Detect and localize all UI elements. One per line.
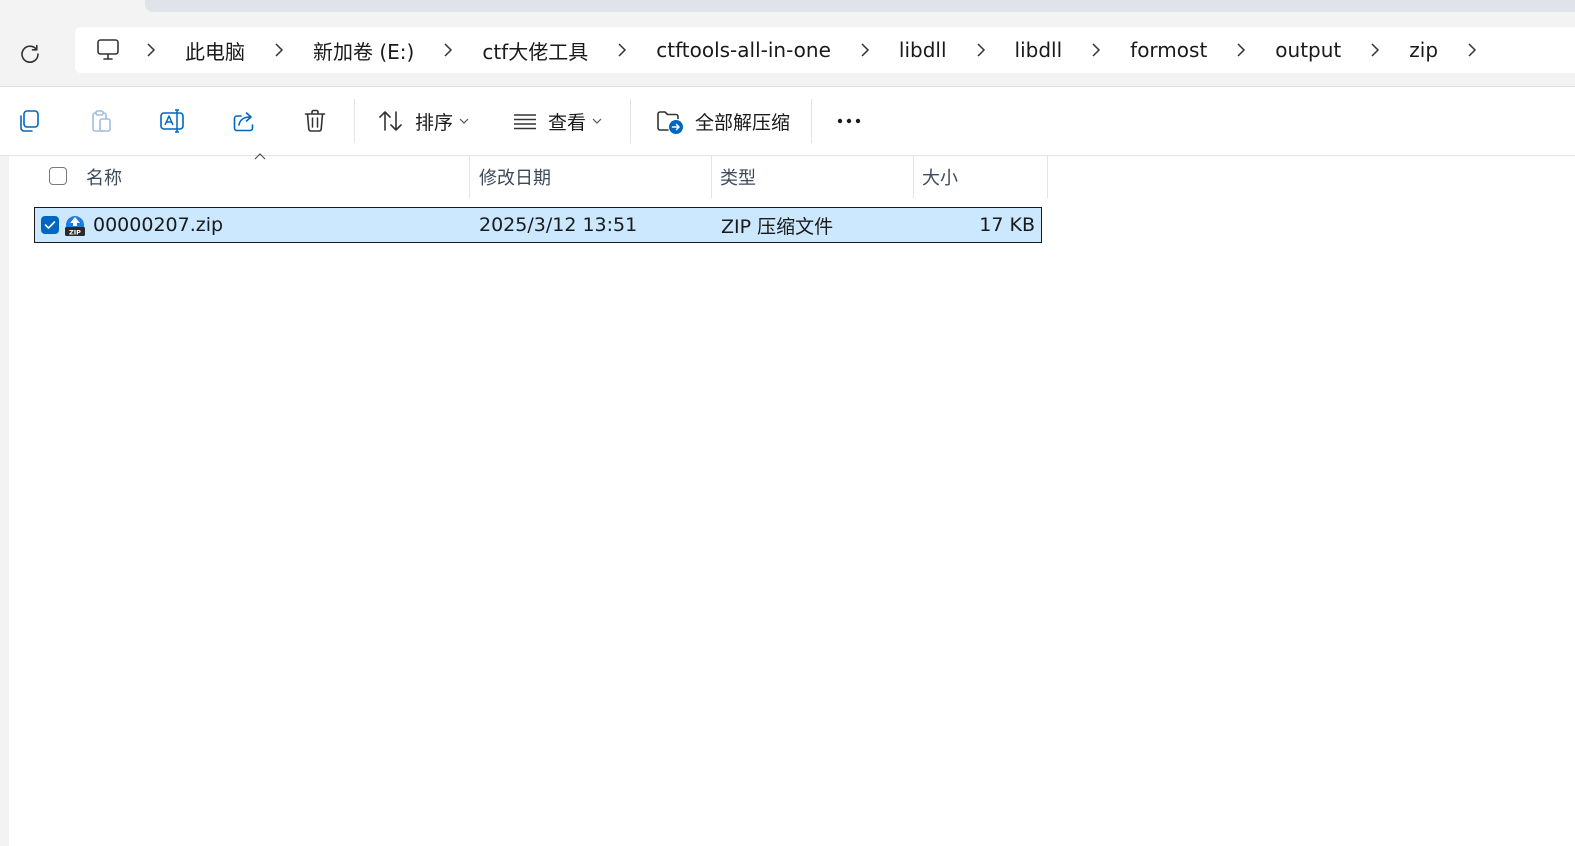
chevron-down-icon xyxy=(459,118,469,124)
column-divider[interactable] xyxy=(913,156,914,198)
window-tab[interactable] xyxy=(145,0,1575,12)
select-all-checkbox[interactable] xyxy=(49,167,67,185)
rename-icon xyxy=(160,109,184,133)
rename-button[interactable] xyxy=(155,104,189,138)
chevron-right-icon[interactable] xyxy=(853,38,877,62)
column-header-row: 名称 修改日期 类型 大小 xyxy=(34,153,1048,198)
command-bar: 排序 查看 全部解压缩 xyxy=(0,87,1575,156)
table-row[interactable]: ZIP 00000207.zip 2025/3/12 13:51 ZIP 压缩文… xyxy=(34,207,1042,243)
column-header-modified[interactable]: 修改日期 xyxy=(479,156,709,198)
more-icon xyxy=(837,118,861,124)
extract-folder-icon xyxy=(657,111,683,134)
address-bar-area: 此电脑 新加卷 (E:) ctf大佬工具 ctftools-all-in-one… xyxy=(0,14,1575,87)
toolbar-divider xyxy=(630,99,631,143)
chevron-right-icon[interactable] xyxy=(139,38,163,62)
copy-button[interactable] xyxy=(12,104,46,138)
toolbar-divider xyxy=(811,99,812,143)
chevron-down-icon xyxy=(592,118,602,124)
view-label: 查看 xyxy=(548,111,587,134)
breadcrumb-item-zip[interactable]: zip xyxy=(1401,38,1446,62)
chevron-right-icon[interactable] xyxy=(1084,38,1108,62)
breadcrumb-item-ctftools-all-in-one[interactable]: ctftools-all-in-one xyxy=(648,38,839,62)
breadcrumb-item-libdll-2[interactable]: libdll xyxy=(1007,38,1071,62)
navigation-pane-edge xyxy=(0,156,9,846)
breadcrumb-item-this-pc[interactable]: 此电脑 xyxy=(177,36,253,65)
this-pc-crumb[interactable] xyxy=(91,33,125,67)
column-header-type[interactable]: 类型 xyxy=(720,156,910,198)
column-divider[interactable] xyxy=(711,156,712,198)
extract-all-button[interactable]: 全部解压缩 xyxy=(655,104,790,138)
file-modified: 2025/3/12 13:51 xyxy=(479,214,638,236)
delete-button[interactable] xyxy=(298,104,332,138)
monitor-icon xyxy=(97,39,119,60)
file-type: ZIP 压缩文件 xyxy=(721,215,834,238)
breadcrumb[interactable]: 此电脑 新加卷 (E:) ctf大佬工具 ctftools-all-in-one… xyxy=(75,27,1575,73)
more-options-button[interactable] xyxy=(832,104,866,138)
column-header-size-label: 大小 xyxy=(922,168,958,189)
copy-icon xyxy=(20,110,39,132)
svg-text:ZIP: ZIP xyxy=(69,229,81,237)
zip-file-icon: ZIP xyxy=(65,216,85,237)
toolbar-divider xyxy=(354,99,355,143)
share-icon xyxy=(233,112,254,132)
sort-button[interactable]: 排序 xyxy=(377,104,469,138)
chevron-right-icon[interactable] xyxy=(1460,38,1484,62)
column-header-modified-label: 修改日期 xyxy=(479,168,551,189)
file-size: 17 KB xyxy=(979,214,1035,236)
title-strip xyxy=(0,0,1575,14)
breadcrumb-item-formost[interactable]: formost xyxy=(1122,38,1215,62)
column-divider[interactable] xyxy=(1047,156,1048,198)
breadcrumb-item-output[interactable]: output xyxy=(1267,38,1349,62)
refresh-icon xyxy=(21,44,39,63)
refresh-button[interactable] xyxy=(14,38,46,70)
chevron-right-icon[interactable] xyxy=(436,38,460,62)
clipboard-icon xyxy=(92,110,111,132)
checkmark-icon xyxy=(44,221,56,229)
row-checkbox[interactable] xyxy=(41,216,59,234)
breadcrumb-item-drive-e[interactable]: 新加卷 (E:) xyxy=(305,36,422,65)
chevron-right-icon[interactable] xyxy=(1229,38,1253,62)
chevron-right-icon[interactable] xyxy=(969,38,993,62)
column-header-name-label: 名称 xyxy=(86,168,122,189)
view-button[interactable]: 查看 xyxy=(512,104,602,138)
list-view-icon xyxy=(514,114,536,130)
extract-all-label: 全部解压缩 xyxy=(695,111,791,134)
column-divider[interactable] xyxy=(469,156,470,198)
share-button[interactable] xyxy=(227,104,261,138)
column-header-type-label: 类型 xyxy=(720,168,756,189)
file-list-pane: 名称 修改日期 类型 大小 ZIP 00000207.zip 2025/3/12… xyxy=(0,153,1575,846)
column-header-size[interactable]: 大小 xyxy=(922,156,1042,198)
breadcrumb-item-libdll[interactable]: libdll xyxy=(891,38,955,62)
file-name: 00000207.zip xyxy=(93,214,224,236)
sort-icon xyxy=(379,111,402,131)
paste-button[interactable] xyxy=(84,104,118,138)
chevron-right-icon[interactable] xyxy=(610,38,634,62)
chevron-right-icon[interactable] xyxy=(1363,38,1387,62)
sort-label: 排序 xyxy=(415,111,454,134)
column-header-name[interactable]: 名称 xyxy=(86,156,466,198)
trash-icon xyxy=(304,109,326,132)
chevron-right-icon[interactable] xyxy=(267,38,291,62)
breadcrumb-item-ctf-tools[interactable]: ctf大佬工具 xyxy=(474,36,596,65)
